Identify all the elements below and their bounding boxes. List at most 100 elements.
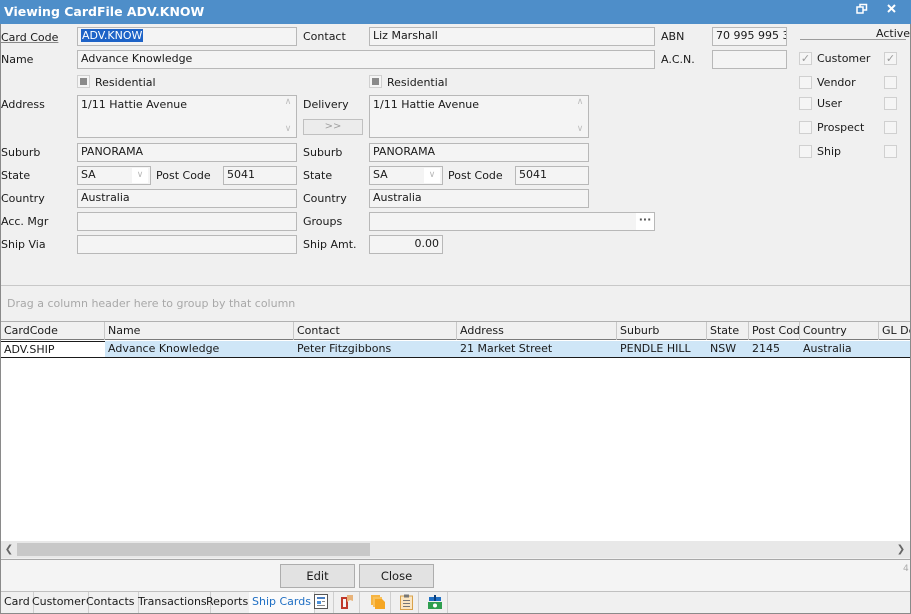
title-bar: Viewing CardFile ADV.KNOW bbox=[0, 0, 911, 24]
cell-cardcode[interactable]: ADV.SHIP bbox=[1, 341, 105, 357]
cell-country[interactable]: Australia bbox=[800, 341, 879, 357]
restore-window-icon[interactable] bbox=[852, 3, 872, 19]
residential-label-left: Residential bbox=[95, 76, 156, 89]
vendor-type-label: Vendor bbox=[817, 76, 856, 89]
column-header-suburb[interactable]: Suburb bbox=[617, 322, 707, 340]
address-label: Address bbox=[1, 98, 45, 111]
ship-active-checkbox[interactable] bbox=[884, 145, 897, 158]
user-active-checkbox[interactable] bbox=[884, 97, 897, 110]
files-icon[interactable] bbox=[366, 592, 391, 613]
tab-customer[interactable]: Customer bbox=[29, 592, 90, 613]
clipboard-icon[interactable] bbox=[394, 592, 419, 613]
tab-reports[interactable]: Reports bbox=[203, 592, 253, 613]
scroll-right-icon[interactable]: ❯ bbox=[894, 542, 908, 557]
country-field-right[interactable]: Australia bbox=[369, 189, 589, 208]
postcode-label-left: Post Code bbox=[156, 169, 211, 182]
user-type-label: User bbox=[817, 97, 843, 110]
country-label-left: Country bbox=[1, 192, 45, 205]
document-icon[interactable] bbox=[309, 592, 334, 613]
suburb-label-left: Suburb bbox=[1, 146, 41, 159]
abn-field[interactable]: 70 995 995 365 bbox=[712, 27, 787, 46]
ship-amt-field[interactable]: 0.00 bbox=[369, 235, 443, 254]
table-row[interactable]: ADV.SHIP Advance Knowledge Peter Fitzgib… bbox=[1, 341, 910, 358]
resize-grip: 4 bbox=[903, 564, 909, 574]
cell-name[interactable]: Advance Knowledge bbox=[105, 341, 294, 357]
suburb-field-left[interactable]: PANORAMA bbox=[77, 143, 297, 162]
cell-address[interactable]: 21 Market Street bbox=[457, 341, 617, 357]
gift-money-icon[interactable] bbox=[423, 592, 448, 613]
scroll-down-icon[interactable]: ∨ bbox=[282, 124, 294, 136]
groups-browse-button[interactable]: ··· bbox=[636, 213, 654, 230]
scrollbar-thumb[interactable] bbox=[17, 543, 370, 556]
card-code-field[interactable]: ADV.KNOW bbox=[77, 27, 297, 46]
ship-via-field[interactable] bbox=[77, 235, 297, 254]
state-select-left[interactable]: SA ∨ bbox=[77, 166, 151, 185]
tab-ship-cards[interactable]: Ship Cards bbox=[249, 592, 315, 613]
postcode-field-right[interactable]: 5041 bbox=[515, 166, 589, 185]
cell-contact[interactable]: Peter Fitzgibbons bbox=[294, 341, 457, 357]
delivery-textarea[interactable]: 1/11 Hattie Avenue ∧ ∨ bbox=[369, 95, 589, 138]
column-header-name[interactable]: Name bbox=[105, 322, 294, 340]
vendor-active-checkbox[interactable] bbox=[884, 76, 897, 89]
group-by-panel[interactable]: Drag a column header here to group by th… bbox=[1, 285, 910, 321]
column-header-gl[interactable]: GL De bbox=[879, 322, 910, 340]
groups-field[interactable]: ··· bbox=[369, 212, 655, 231]
card-code-value: ADV.KNOW bbox=[81, 29, 144, 42]
contact-label: Contact bbox=[303, 30, 346, 43]
user-type-checkbox[interactable] bbox=[799, 97, 812, 110]
chevron-down-icon[interactable]: ∨ bbox=[132, 168, 148, 183]
bottom-tabs: Card Customer Contacts Transactions Repo… bbox=[1, 592, 910, 614]
scroll-up-icon[interactable]: ∧ bbox=[282, 97, 294, 109]
acn-field[interactable] bbox=[712, 50, 787, 69]
horizontal-scrollbar[interactable]: ❮ ❯ bbox=[1, 541, 910, 558]
copy-address-button[interactable]: >> bbox=[303, 119, 363, 135]
customer-type-label: Customer bbox=[817, 52, 871, 65]
column-header-contact[interactable]: Contact bbox=[294, 322, 457, 340]
state-value-left: SA bbox=[81, 168, 96, 181]
window-title: Viewing CardFile ADV.KNOW bbox=[4, 4, 205, 19]
column-header-country[interactable]: Country bbox=[800, 322, 879, 340]
vendor-type-checkbox[interactable] bbox=[799, 76, 812, 89]
chevron-down-icon[interactable]: ∨ bbox=[424, 168, 440, 183]
groups-label: Groups bbox=[303, 215, 343, 228]
country-label-right: Country bbox=[303, 192, 347, 205]
card-code-label: Card Code bbox=[1, 31, 59, 44]
prospect-type-checkbox[interactable] bbox=[799, 121, 812, 134]
address-value: 1/11 Hattie Avenue bbox=[81, 98, 188, 111]
tab-contacts[interactable]: Contacts bbox=[83, 592, 139, 613]
contact-field[interactable]: Liz Marshall bbox=[369, 27, 655, 46]
acn-label: A.C.N. bbox=[661, 53, 695, 66]
cell-suburb[interactable]: PENDLE HILL bbox=[617, 341, 707, 357]
state-select-right[interactable]: SA ∨ bbox=[369, 166, 443, 185]
edit-button[interactable]: Edit bbox=[280, 564, 355, 588]
column-header-state[interactable]: State bbox=[707, 322, 749, 340]
name-label: Name bbox=[1, 53, 34, 66]
scroll-down-icon[interactable]: ∨ bbox=[574, 124, 586, 136]
scroll-up-icon[interactable]: ∧ bbox=[574, 97, 586, 109]
cell-gl[interactable] bbox=[879, 341, 910, 357]
suburb-field-right[interactable]: PANORAMA bbox=[369, 143, 589, 162]
close-button[interactable]: Close bbox=[359, 564, 434, 588]
tab-transactions[interactable]: Transactions bbox=[135, 592, 211, 613]
prospect-active-checkbox[interactable] bbox=[884, 121, 897, 134]
delivery-value: 1/11 Hattie Avenue bbox=[373, 98, 480, 111]
column-header-postcode[interactable]: Post Code bbox=[749, 322, 800, 340]
acc-mgr-field[interactable] bbox=[77, 212, 297, 231]
residential-checkbox-right[interactable] bbox=[369, 75, 382, 88]
close-icon[interactable] bbox=[881, 3, 901, 18]
column-header-cardcode[interactable]: CardCode bbox=[1, 322, 105, 340]
country-field-left[interactable]: Australia bbox=[77, 189, 297, 208]
cell-postcode[interactable]: 2145 bbox=[749, 341, 800, 357]
column-header-address[interactable]: Address bbox=[457, 322, 617, 340]
customer-active-checkbox[interactable]: ✓ bbox=[884, 52, 897, 65]
ship-type-checkbox[interactable] bbox=[799, 145, 812, 158]
customer-type-checkbox[interactable]: ✓ bbox=[799, 52, 812, 65]
prospect-type-label: Prospect bbox=[817, 121, 865, 134]
scroll-left-icon[interactable]: ❮ bbox=[2, 542, 16, 557]
address-textarea[interactable]: 1/11 Hattie Avenue ∧ ∨ bbox=[77, 95, 297, 138]
cell-state[interactable]: NSW bbox=[707, 341, 749, 357]
postcode-field-left[interactable]: 5041 bbox=[223, 166, 297, 185]
residential-checkbox-left[interactable] bbox=[77, 75, 90, 88]
book-icon[interactable] bbox=[335, 592, 360, 613]
name-field[interactable]: Advance Knowledge bbox=[77, 50, 655, 69]
